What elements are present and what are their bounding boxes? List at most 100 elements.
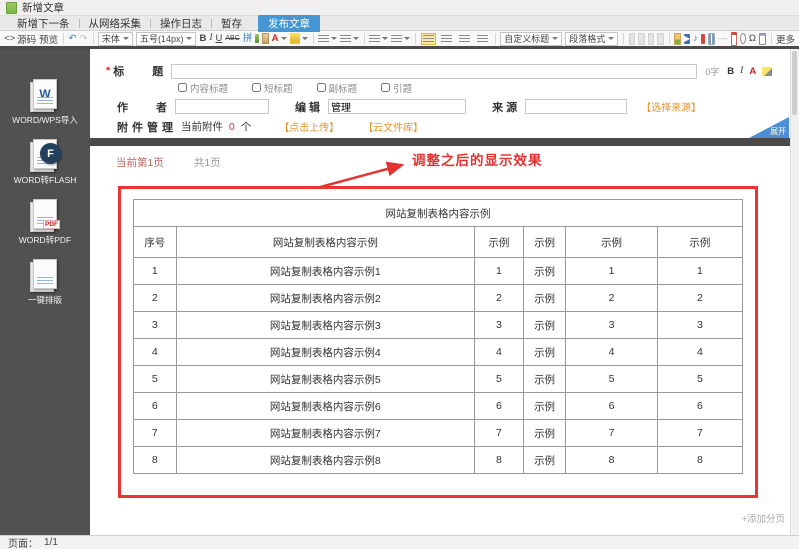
save-draft-button[interactable]: 暂存 bbox=[212, 16, 251, 31]
underline-button[interactable]: U bbox=[216, 34, 223, 44]
table-cell[interactable]: 示例 bbox=[523, 366, 566, 393]
lead-title-checkbox[interactable] bbox=[381, 83, 390, 92]
table-title-cell[interactable]: 网站复制表格内容示例 bbox=[134, 200, 743, 227]
table-cell[interactable]: 3 bbox=[475, 312, 524, 339]
table-cell[interactable]: 2 bbox=[657, 285, 742, 312]
sub-title-checkbox[interactable] bbox=[317, 83, 326, 92]
table-cell[interactable]: 4 bbox=[657, 339, 742, 366]
table-cell[interactable]: 示例 bbox=[523, 420, 566, 447]
table-cell[interactable]: 示例 bbox=[523, 312, 566, 339]
new-next-article-button[interactable]: 新增下一条 bbox=[8, 16, 79, 31]
font-family-select[interactable]: 宋体 bbox=[98, 32, 133, 46]
strikethrough-button[interactable]: ABC bbox=[225, 35, 239, 42]
table-cell[interactable]: 2 bbox=[134, 285, 177, 312]
tab-current-page[interactable]: 当前第1页 bbox=[116, 155, 164, 170]
remove-anchor-icon[interactable] bbox=[657, 33, 664, 45]
ordered-list-button[interactable] bbox=[318, 35, 337, 43]
sidebar-item-word-to-flash[interactable]: F WORD转FLASH bbox=[14, 139, 77, 186]
insert-time-icon[interactable] bbox=[740, 33, 746, 44]
content-title-checkbox[interactable] bbox=[178, 83, 187, 92]
table-cell[interactable]: 7 bbox=[657, 420, 742, 447]
title-bold-button[interactable]: B bbox=[727, 66, 734, 77]
source-code-button[interactable]: <> 源码 bbox=[4, 32, 36, 46]
insert-image-icon[interactable] bbox=[674, 33, 681, 45]
table-cell[interactable]: 8 bbox=[134, 447, 177, 474]
table-cell[interactable]: 网站复制表格内容示例8 bbox=[176, 447, 474, 474]
upload-attachment-link[interactable]: 【点击上传】 bbox=[279, 119, 339, 134]
align-center-button[interactable] bbox=[439, 33, 454, 45]
checkbox-lead-title[interactable]: 引题 bbox=[381, 81, 412, 95]
author-input[interactable] bbox=[175, 99, 269, 114]
font-color-button[interactable]: A bbox=[272, 34, 287, 44]
source-input[interactable] bbox=[525, 99, 627, 114]
line-height-button[interactable] bbox=[391, 35, 410, 43]
horizontal-rule-icon[interactable]: — bbox=[718, 34, 728, 44]
table-cell[interactable]: 6 bbox=[657, 393, 742, 420]
italic-button[interactable]: I bbox=[209, 34, 212, 44]
table-header-cell[interactable]: 示例 bbox=[523, 227, 566, 258]
table-cell[interactable]: 7 bbox=[134, 420, 177, 447]
align-left-button[interactable] bbox=[421, 33, 436, 45]
table-cell[interactable]: 3 bbox=[134, 312, 177, 339]
indent-button[interactable] bbox=[369, 35, 388, 43]
table-cell[interactable]: 示例 bbox=[523, 258, 566, 285]
title-highlight-icon[interactable] bbox=[762, 67, 772, 76]
table-cell[interactable]: 5 bbox=[134, 366, 177, 393]
insert-video-icon[interactable]: ▶ bbox=[684, 34, 690, 44]
table-cell[interactable]: 3 bbox=[566, 312, 657, 339]
table-cell[interactable]: 2 bbox=[475, 285, 524, 312]
table-cell[interactable]: 5 bbox=[566, 366, 657, 393]
table-cell[interactable]: 4 bbox=[566, 339, 657, 366]
table-header-cell[interactable]: 网站复制表格内容示例 bbox=[176, 227, 474, 258]
table-cell[interactable]: 网站复制表格内容示例6 bbox=[176, 393, 474, 420]
font-size-select[interactable]: 五号(14px) bbox=[136, 32, 197, 46]
highlight-color-button[interactable] bbox=[290, 33, 308, 44]
redo-icon[interactable]: ↷ bbox=[80, 34, 88, 44]
table-cell[interactable]: 网站复制表格内容示例1 bbox=[176, 258, 474, 285]
publish-article-button[interactable]: 发布文章 bbox=[258, 15, 320, 32]
table-cell[interactable]: 1 bbox=[566, 258, 657, 285]
table-cell[interactable]: 1 bbox=[134, 258, 177, 285]
table-cell[interactable]: 6 bbox=[475, 393, 524, 420]
table-cell[interactable]: 2 bbox=[566, 285, 657, 312]
checkbox-short-title[interactable]: 短标题 bbox=[252, 81, 293, 95]
tab-total-pages[interactable]: 共1页 bbox=[194, 155, 221, 170]
table-cell[interactable]: 示例 bbox=[523, 447, 566, 474]
table-header-cell[interactable]: 示例 bbox=[657, 227, 742, 258]
operation-log-button[interactable]: 操作日志 bbox=[151, 16, 211, 31]
table-cell[interactable]: 示例 bbox=[523, 393, 566, 420]
table-header-cell[interactable]: 示例 bbox=[566, 227, 657, 258]
pinyin-button[interactable]: 拼 bbox=[243, 34, 253, 44]
insert-date-icon[interactable] bbox=[731, 32, 738, 46]
insert-table-icon[interactable] bbox=[759, 33, 766, 45]
unlink-icon[interactable] bbox=[638, 33, 645, 45]
insert-music-icon[interactable]: ♪ bbox=[693, 34, 698, 44]
table-cell[interactable]: 7 bbox=[566, 420, 657, 447]
cloud-file-library-link[interactable]: 【云文件库】 bbox=[363, 119, 423, 134]
table-cell[interactable]: 4 bbox=[134, 339, 177, 366]
link-icon[interactable] bbox=[629, 33, 636, 45]
collect-from-web-button[interactable]: 从网络采集 bbox=[80, 16, 151, 31]
scrollbar-thumb[interactable] bbox=[792, 51, 797, 115]
bullet-list-button[interactable] bbox=[340, 35, 359, 43]
table-cell[interactable]: 网站复制表格内容示例3 bbox=[176, 312, 474, 339]
table-cell[interactable]: 8 bbox=[657, 447, 742, 474]
table-cell[interactable]: 6 bbox=[134, 393, 177, 420]
table-cell[interactable]: 5 bbox=[475, 366, 524, 393]
more-tools-button[interactable]: 更多 bbox=[776, 32, 795, 46]
title-italic-button[interactable]: I bbox=[740, 66, 743, 76]
table-cell[interactable]: 7 bbox=[475, 420, 524, 447]
table-cell[interactable]: 网站复制表格内容示例4 bbox=[176, 339, 474, 366]
table-cell[interactable]: 1 bbox=[657, 258, 742, 285]
table-cell[interactable]: 3 bbox=[657, 312, 742, 339]
select-source-link[interactable]: 【选择来源】 bbox=[641, 99, 701, 114]
editor-input[interactable] bbox=[328, 99, 466, 114]
table-cell[interactable]: 4 bbox=[475, 339, 524, 366]
table-header-cell[interactable]: 序号 bbox=[134, 227, 177, 258]
title-color-button[interactable]: A bbox=[749, 66, 756, 77]
format-brush-icon[interactable] bbox=[255, 34, 259, 43]
insert-map-icon[interactable] bbox=[701, 34, 706, 44]
preview-button[interactable]: 预览 bbox=[39, 32, 58, 46]
table-cell[interactable]: 1 bbox=[475, 258, 524, 285]
align-justify-button[interactable] bbox=[475, 33, 490, 45]
